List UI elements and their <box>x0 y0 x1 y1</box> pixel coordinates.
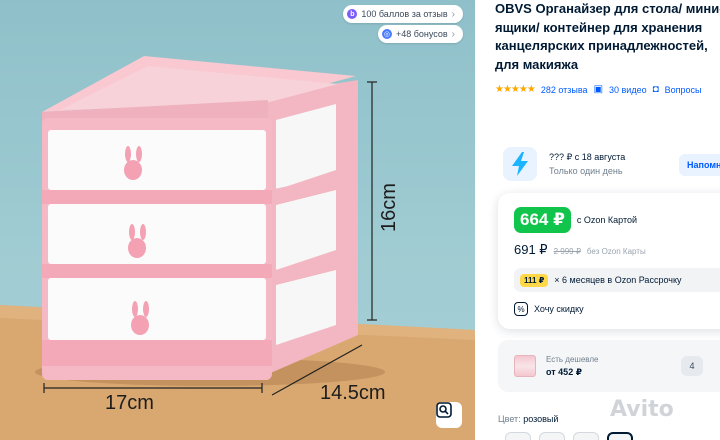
color-swatch-selected[interactable] <box>607 432 633 440</box>
color-swatch[interactable] <box>573 432 599 440</box>
color-label: Цвет: <box>498 414 521 424</box>
image-search-icon <box>436 402 452 418</box>
installment-amount: 111 ₽ <box>520 273 549 287</box>
color-value: розовый <box>523 414 559 424</box>
rating-stars: ★★★★★ <box>495 84 536 95</box>
bonus-icon: ◎ <box>381 29 392 39</box>
product-photo[interactable]: 16cm 17cm 14.5cm b 100 баллов за отзыв ›… <box>0 0 475 440</box>
installment-text: × 6 месяцев в Ozon Рассрочку <box>554 275 682 285</box>
lightning-icon <box>503 147 537 181</box>
cheaper-thumbnail <box>514 355 536 377</box>
want-discount-label: Хочу скидку <box>534 304 584 314</box>
old-price: 2 999 ₽ <box>553 247 581 256</box>
bonus-text: +48 бонусов <box>395 29 448 39</box>
cheaper-info: Есть дешевле от 452 ₽ <box>546 354 598 378</box>
discount-icon: % <box>514 302 528 316</box>
organizer-illustration <box>0 56 475 440</box>
depth-dimension-label: 14.5cm <box>320 382 386 404</box>
image-search-button[interactable] <box>436 402 462 428</box>
reviews-link[interactable]: 282 отзыва <box>541 85 588 95</box>
questions-link[interactable]: Вопросы <box>665 85 702 95</box>
delivery-block: ??? ₽ с 18 августа Только один день Напо… <box>495 143 720 185</box>
chevron-right-icon: › <box>451 28 455 40</box>
color-swatch[interactable] <box>539 432 565 440</box>
bonus-badge[interactable]: ◎ +48 бонусов › <box>377 25 463 43</box>
delivery-info: ??? ₽ с 18 августа Только один день <box>549 150 625 178</box>
price-card: 664 ₽ с Ozon Картой 691 ₽ 2 999 ₽ без Oz… <box>498 193 720 329</box>
cheaper-offers[interactable]: Есть дешевле от 452 ₽ 4 <box>498 340 720 392</box>
regular-price-row: 691 ₽ 2 999 ₽ без Ozon Карты <box>514 242 720 258</box>
color-swatch[interactable] <box>505 432 531 440</box>
ozon-card-label: с Ozon Картой <box>576 215 638 225</box>
product-meta-row: ★★★★★ 282 отзыва ▣ 30 видео ◘ Вопросы <box>495 84 720 95</box>
points-icon: b <box>347 9 358 19</box>
ozon-card-price: 664 ₽ <box>514 207 571 233</box>
avito-watermark: Avito <box>610 397 674 422</box>
width-dimension-label: 17cm <box>105 392 154 414</box>
no-card-label: без Ozon Карты <box>586 247 646 256</box>
cheaper-price: от 452 ₽ <box>546 367 582 377</box>
installment-button[interactable]: 111 ₽ × 6 месяцев в Ozon Рассрочку <box>514 268 720 292</box>
remind-button[interactable]: Напомнить <box>679 154 720 176</box>
product-title: OBVS Органайзер для стола/ мини-ящики/ к… <box>495 1 720 72</box>
review-points-badge[interactable]: b 100 баллов за отзыв › <box>343 5 463 23</box>
video-icon: ▣ <box>593 84 604 95</box>
cheaper-label: Есть дешевле <box>546 355 599 364</box>
color-swatches <box>505 432 633 440</box>
question-icon: ◘ <box>652 84 659 95</box>
videos-link[interactable]: 30 видео <box>609 85 647 95</box>
want-discount-link[interactable]: % Хочу скидку <box>514 302 720 316</box>
cheaper-count-badge: 4 <box>681 356 703 376</box>
color-selector-label: Цвет: розовый <box>498 414 558 424</box>
height-dimension-label: 16cm <box>378 183 400 232</box>
chevron-right-icon: › <box>451 8 455 20</box>
delivery-note: Только один день <box>549 166 623 176</box>
regular-price: 691 ₽ <box>514 242 548 257</box>
review-points-text: 100 баллов за отзыв <box>361 9 448 19</box>
ozon-price-row: 664 ₽ с Ozon Картой <box>514 207 720 233</box>
delivery-date: ??? ₽ с 18 августа <box>549 152 626 162</box>
